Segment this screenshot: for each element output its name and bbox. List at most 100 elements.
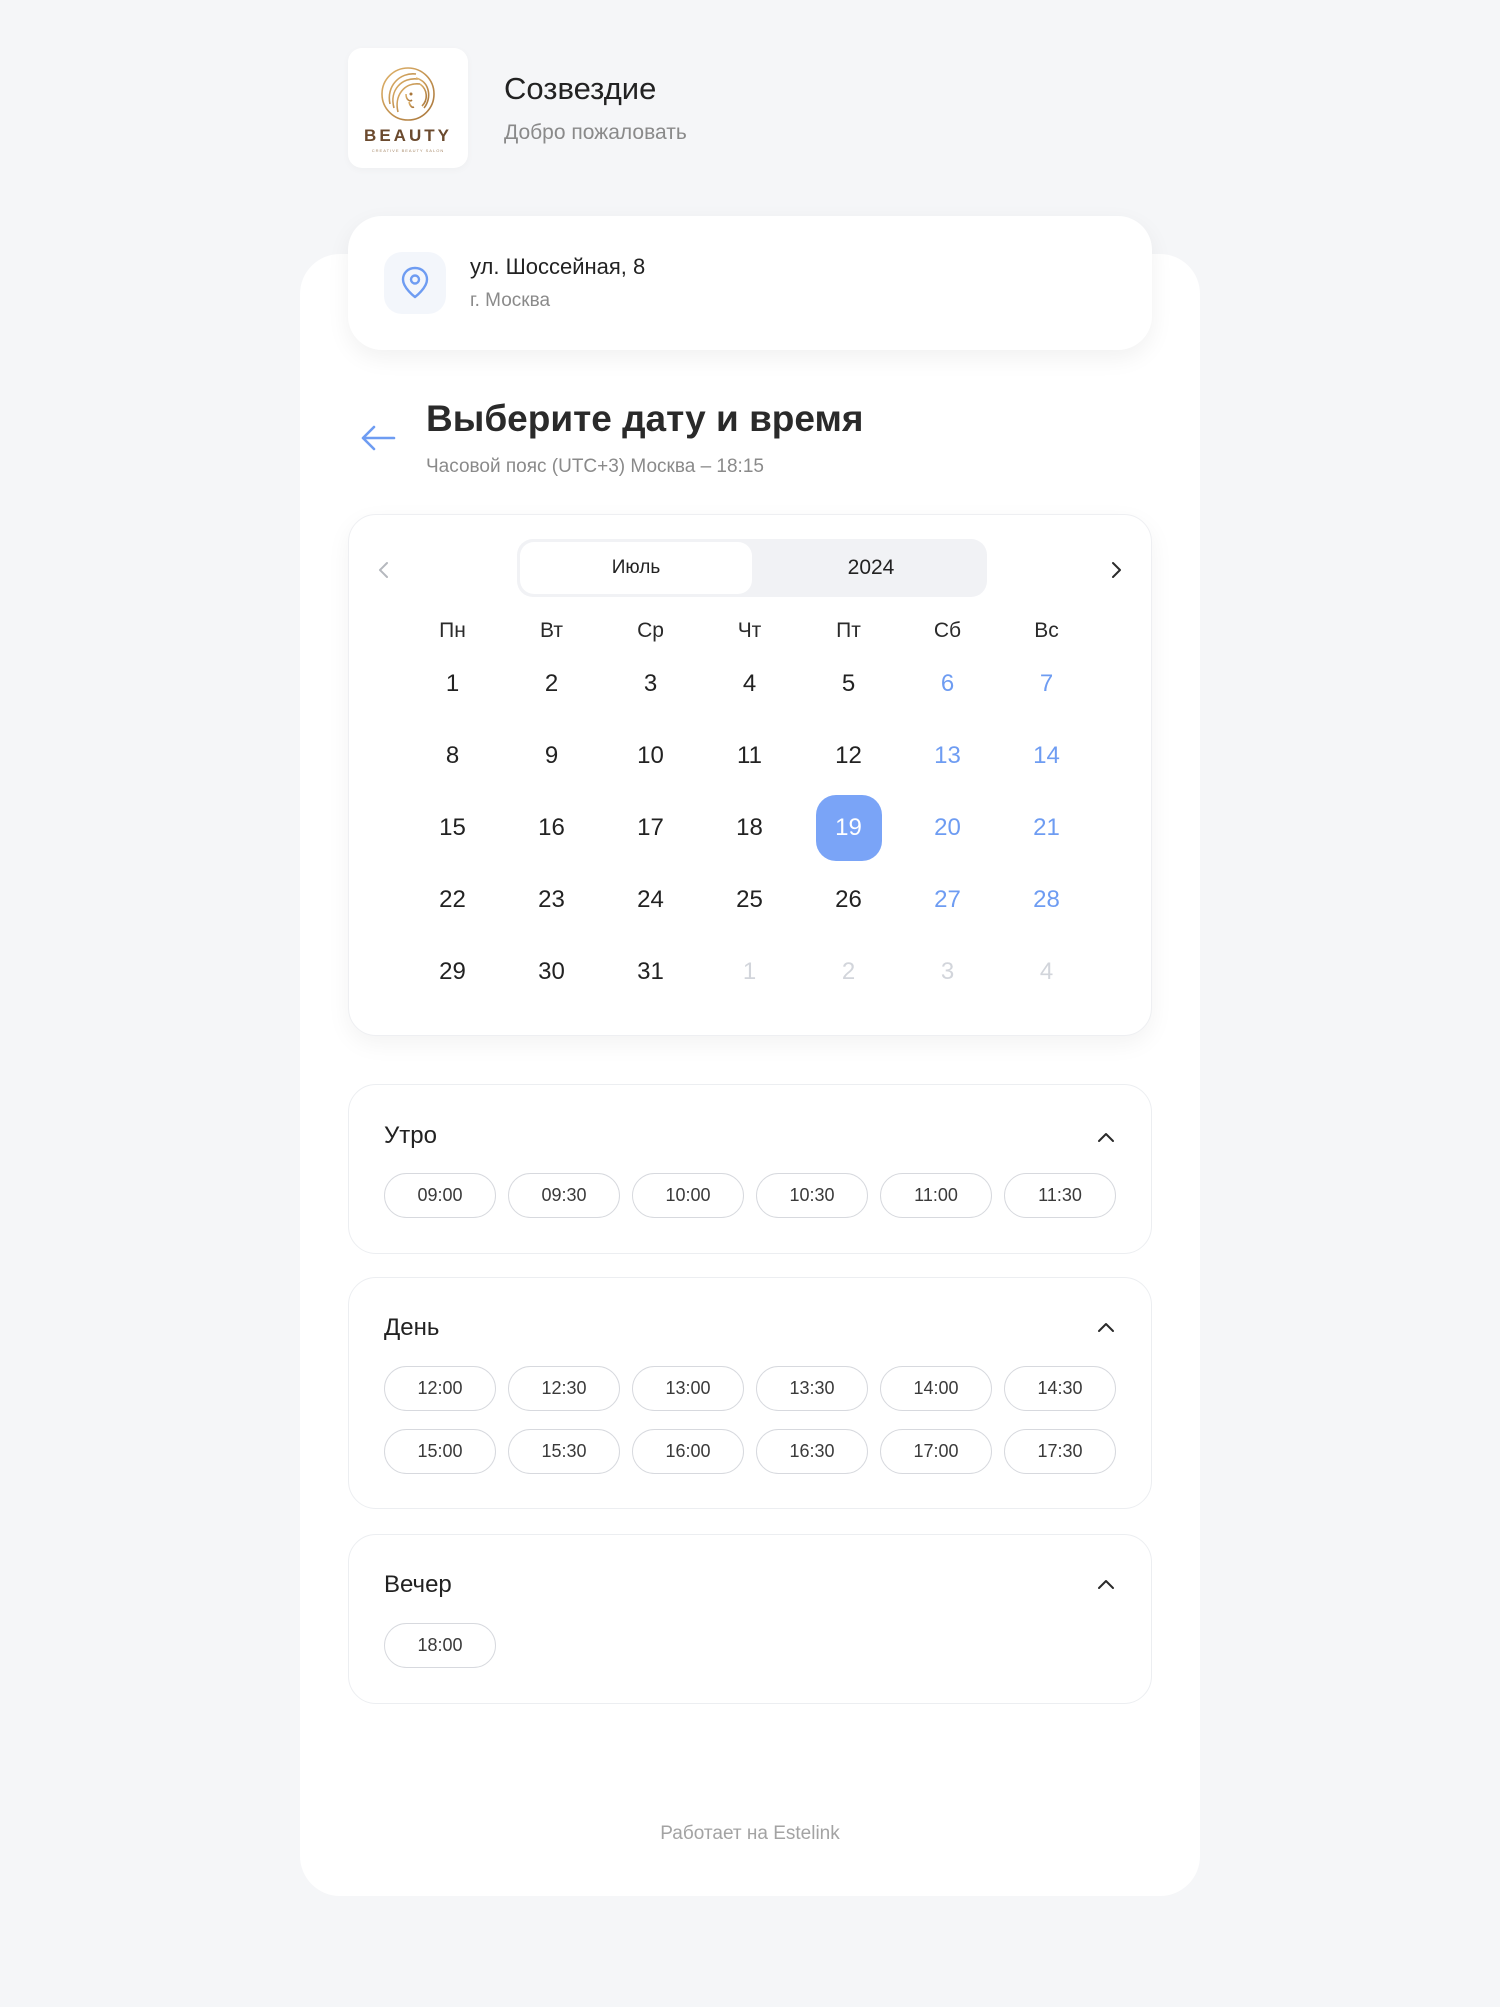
section-title: Вечер	[384, 1571, 452, 1598]
calendar-day[interactable]: 13	[898, 720, 997, 792]
section-morning: Утро 09:00 09:30 10:00 10:30 11:00 11:30	[348, 1084, 1152, 1254]
time-slot[interactable]: 12:00	[384, 1366, 496, 1411]
map-pin-icon	[401, 266, 429, 299]
time-slot[interactable]: 17:00	[880, 1429, 992, 1474]
section-day: День 12:00 12:30 13:00 13:30 14:00 14:30…	[348, 1277, 1152, 1509]
time-slots: 09:00 09:30 10:00 10:30 11:00 11:30	[384, 1173, 1116, 1218]
calendar-day[interactable]: 25	[700, 864, 799, 936]
calendar-day-next-month: 3	[940, 958, 955, 985]
calendar-day[interactable]: 20	[898, 792, 997, 864]
page-title: Выберите дату и время	[426, 398, 864, 439]
calendar-day[interactable]: 23	[502, 864, 601, 936]
powered-by-footer[interactable]: Работает на Estelink	[0, 1823, 1500, 1845]
calendar-day[interactable]: 17	[601, 792, 700, 864]
calendar-day[interactable]: 24	[601, 864, 700, 936]
time-slot[interactable]: 13:30	[756, 1366, 868, 1411]
calendar-day[interactable]: 29	[403, 936, 502, 1008]
calendar-day[interactable]: 9	[502, 720, 601, 792]
time-slot[interactable]: 17:30	[1004, 1429, 1116, 1474]
calendar-day[interactable]: 10	[601, 720, 700, 792]
calendar-day[interactable]: 30	[502, 936, 601, 1008]
time-slots: 18:00	[384, 1623, 1116, 1668]
time-slot[interactable]: 11:30	[1004, 1173, 1116, 1218]
back-arrow-icon[interactable]	[360, 424, 396, 452]
calendar-day[interactable]: 22	[403, 864, 502, 936]
calendar-day[interactable]: 15	[403, 792, 502, 864]
section-title: День	[384, 1314, 440, 1341]
address-text: ул. Шоссейная, 8 г. Москва	[470, 254, 645, 312]
calendar-day[interactable]: 31	[601, 936, 700, 1008]
month-selector[interactable]: Июль	[520, 542, 752, 594]
calendar-day[interactable]: 27	[898, 864, 997, 936]
calendar-day-next-month: 1	[742, 958, 757, 985]
calendar-day[interactable]: 5	[799, 648, 898, 720]
calendar-day[interactable]: 26	[799, 864, 898, 936]
calendar-day[interactable]: 11	[700, 720, 799, 792]
header: BEAUTY CREATIVE BEAUTY SALON Созвездие Д…	[348, 48, 687, 168]
calendar-day-selected[interactable]: 19	[799, 792, 898, 864]
timezone-text: Часовой пояс (UTC+3) Москва – 18:15	[426, 456, 764, 477]
header-text: Созвездие Добро пожаловать	[504, 71, 687, 145]
month-year-switcher: Июль 2024	[517, 539, 987, 597]
time-slot[interactable]: 09:30	[508, 1173, 620, 1218]
logo-text: BEAUTY	[364, 125, 452, 145]
booking-page: BEAUTY CREATIVE BEAUTY SALON Созвездие Д…	[0, 0, 1500, 2007]
time-slot[interactable]: 13:00	[632, 1366, 744, 1411]
chevron-up-icon[interactable]	[1095, 1316, 1117, 1338]
calendar-day[interactable]: 18	[700, 792, 799, 864]
previous-month-button[interactable]	[369, 555, 399, 585]
time-slot[interactable]: 09:00	[384, 1173, 496, 1218]
calendar: Июль 2024 Пн Вт Ср Чт Пт Сб Вс 1 2 3 4 5…	[348, 514, 1152, 1036]
chevron-right-icon	[1112, 562, 1121, 578]
calendar-day[interactable]: 1	[403, 648, 502, 720]
address-card[interactable]: ул. Шоссейная, 8 г. Москва	[348, 216, 1152, 350]
chevron-up-icon[interactable]	[1095, 1126, 1117, 1148]
time-slots: 12:00 12:30 13:00 13:30 14:00 14:30 15:0…	[384, 1366, 1116, 1474]
calendar-day[interactable]: 16	[502, 792, 601, 864]
time-slot[interactable]: 11:00	[880, 1173, 992, 1218]
beauty-logo-icon	[381, 66, 435, 121]
calendar-days: 1 2 3 4 5 6 7 8 9 10 11 12 13 14 15 16 1…	[403, 648, 1096, 1008]
address-street: ул. Шоссейная, 8	[470, 254, 646, 279]
time-slot[interactable]: 14:00	[880, 1366, 992, 1411]
calendar-day[interactable]: 4	[700, 648, 799, 720]
calendar-day[interactable]: 28	[997, 864, 1096, 936]
time-slot[interactable]: 14:30	[1004, 1366, 1116, 1411]
year-selector[interactable]: 2024	[755, 539, 987, 597]
section-title: Утро	[384, 1122, 437, 1149]
welcome-text: Добро пожаловать	[504, 121, 687, 144]
time-slot[interactable]: 12:30	[508, 1366, 620, 1411]
time-slot[interactable]: 18:00	[384, 1623, 496, 1668]
calendar-day[interactable]: 3	[601, 648, 700, 720]
time-slot[interactable]: 10:00	[632, 1173, 744, 1218]
calendar-day[interactable]: 7	[997, 648, 1096, 720]
time-slot[interactable]: 10:30	[756, 1173, 868, 1218]
weekday-label: Пт	[836, 619, 861, 642]
weekday-label: Сб	[933, 619, 962, 642]
time-slot[interactable]: 16:30	[756, 1429, 868, 1474]
next-month-button[interactable]	[1101, 555, 1131, 585]
logo: BEAUTY CREATIVE BEAUTY SALON	[348, 48, 468, 168]
time-slot[interactable]: 16:00	[632, 1429, 744, 1474]
weekday-header: Пн Вт Ср Чт Пт Сб Вс	[403, 619, 1096, 643]
chevron-left-icon	[379, 562, 388, 578]
calendar-day[interactable]: 2	[502, 648, 601, 720]
section-evening: Вечер 18:00	[348, 1534, 1152, 1704]
weekday-label: Чт	[737, 619, 762, 642]
chevron-up-icon[interactable]	[1095, 1573, 1117, 1595]
calendar-day[interactable]: 8	[403, 720, 502, 792]
calendar-day-next-month: 2	[841, 958, 856, 985]
weekday-label: Вс	[1034, 619, 1059, 642]
calendar-day[interactable]: 21	[997, 792, 1096, 864]
weekday-label: Ср	[637, 619, 664, 642]
time-slot[interactable]: 15:00	[384, 1429, 496, 1474]
salon-name: Созвездие	[504, 71, 657, 106]
time-slot[interactable]: 15:30	[508, 1429, 620, 1474]
address-city: г. Москва	[470, 290, 551, 311]
calendar-day[interactable]: 6	[898, 648, 997, 720]
weekday-label: Вт	[540, 619, 563, 642]
calendar-day[interactable]: 12	[799, 720, 898, 792]
logo-subtext: CREATIVE BEAUTY SALON	[371, 147, 445, 153]
calendar-day[interactable]: 14	[997, 720, 1096, 792]
weekday-label: Пн	[439, 619, 466, 642]
